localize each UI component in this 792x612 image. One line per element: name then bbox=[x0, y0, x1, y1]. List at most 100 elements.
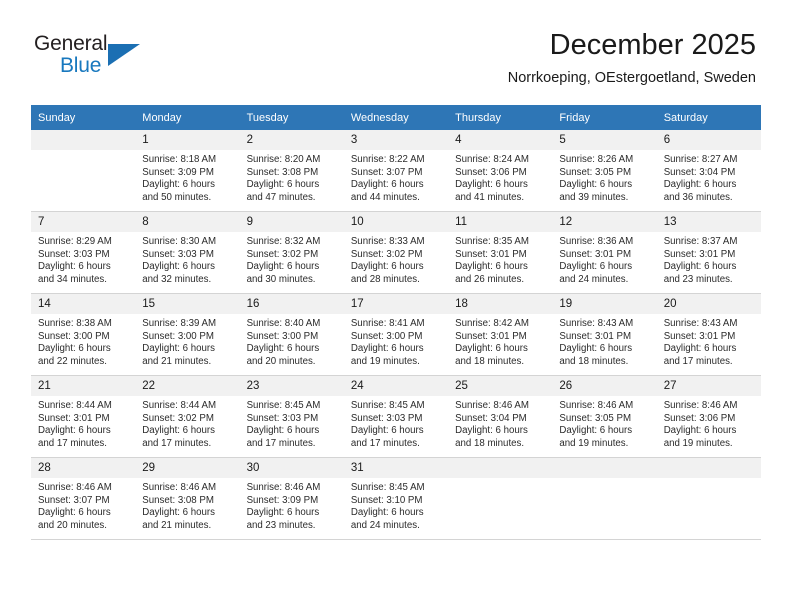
calendar-day-cell[interactable]: 4 Sunrise: 8:24 AM Sunset: 3:06 PM Daylight… bbox=[448, 130, 553, 212]
day-sunrise-text: Sunrise: 8:26 AM bbox=[559, 154, 634, 165]
calendar-day-cell[interactable]: 18 Sunrise: 8:42 AM Sunset: 3:01 PM Dayligh… bbox=[448, 293, 553, 376]
day-daylight-1-text: Daylight: 6 hours bbox=[350, 179, 424, 191]
calendar-day-cell[interactable]: 23 Sunrise: 8:45 AM Sunset: 3:03 PM Dayligh… bbox=[239, 375, 344, 458]
day-number: 21 bbox=[31, 376, 136, 396]
day-daylight-2-text: and 17 minutes. bbox=[246, 437, 316, 449]
calendar-day-cell[interactable]: 29 Sunrise: 8:46 AM Sunset: 3:08 PM Dayligh… bbox=[135, 457, 240, 540]
day-number: 19 bbox=[552, 294, 657, 314]
calendar-day-cell[interactable]: 8 Sunrise: 8:30 AM Sunset: 3:03 PM Daylight… bbox=[135, 211, 240, 294]
weekday-header-saturday: Saturday bbox=[656, 105, 761, 130]
day-sunset-text: Sunset: 3:01 PM bbox=[455, 330, 527, 342]
calendar-day-cell[interactable]: 3 Sunrise: 8:22 AM Sunset: 3:07 PM Daylight… bbox=[343, 130, 449, 212]
calendar-day-cell-empty bbox=[31, 130, 136, 212]
calendar-day-cell[interactable]: 9 Sunrise: 8:32 AM Sunset: 3:02 PM Daylight… bbox=[239, 211, 344, 294]
day-details: Sunrise: 8:27 AM Sunset: 3:04 PM Daylight:… bbox=[657, 150, 761, 204]
calendar-day-cell[interactable]: 26 Sunrise: 8:46 AM Sunset: 3:05 PM Dayligh… bbox=[552, 375, 657, 458]
calendar-body: 1 Sunrise: 8:18 AM Sunset: 3:09 PM Daylight… bbox=[31, 130, 761, 540]
day-sunset-text: Sunset: 3:00 PM bbox=[246, 330, 319, 342]
calendar-day-cell[interactable]: 11 Sunrise: 8:35 AM Sunset: 3:01 PM Dayligh… bbox=[448, 211, 553, 294]
general-blue-logo[interactable]: General Blue bbox=[34, 32, 184, 84]
day-details: Sunrise: 8:42 AM Sunset: 3:01 PM Daylight:… bbox=[448, 314, 552, 368]
calendar-day-cell[interactable]: 22 Sunrise: 8:44 AM Sunset: 3:02 PM Dayligh… bbox=[135, 375, 240, 458]
day-daylight-1-text: Daylight: 6 hours bbox=[142, 179, 215, 191]
calendar-week-row: 7 Sunrise: 8:29 AM Sunset: 3:03 PM Daylight… bbox=[31, 211, 761, 294]
day-details: Sunrise: 8:32 AM Sunset: 3:02 PM Daylight:… bbox=[240, 232, 344, 286]
calendar-day-cell[interactable]: 14 Sunrise: 8:38 AM Sunset: 3:00 PM Dayligh… bbox=[31, 293, 136, 376]
day-daylight-2-text: and 21 minutes. bbox=[142, 519, 212, 531]
day-details: Sunrise: 8:46 AM Sunset: 3:06 PM Daylight:… bbox=[657, 396, 761, 450]
calendar-day-cell[interactable]: 31 Sunrise: 8:45 AM Sunset: 3:10 PM Dayligh… bbox=[343, 457, 449, 540]
day-sunrise-text: Sunrise: 8:43 AM bbox=[663, 318, 738, 329]
calendar-day-cell[interactable]: 17 Sunrise: 8:41 AM Sunset: 3:00 PM Dayligh… bbox=[343, 293, 449, 376]
day-daylight-1-text: Daylight: 6 hours bbox=[663, 261, 737, 273]
day-sunrise-text: Sunrise: 8:38 AM bbox=[38, 318, 112, 329]
calendar-day-cell[interactable]: 19 Sunrise: 8:43 AM Sunset: 3:01 PM Dayligh… bbox=[552, 293, 657, 376]
day-daylight-1-text: Daylight: 6 hours bbox=[350, 507, 424, 519]
day-sunrise-text: Sunrise: 8:45 AM bbox=[350, 400, 425, 411]
day-details: Sunrise: 8:44 AM Sunset: 3:02 PM Daylight:… bbox=[135, 396, 239, 450]
day-daylight-2-text: and 30 minutes. bbox=[246, 273, 316, 285]
calendar-day-cell[interactable]: 7 Sunrise: 8:29 AM Sunset: 3:03 PM Daylight… bbox=[31, 211, 136, 294]
day-sunrise-text: Sunrise: 8:39 AM bbox=[142, 318, 217, 329]
calendar-day-cell[interactable]: 10 Sunrise: 8:33 AM Sunset: 3:02 PM Dayligh… bbox=[343, 211, 449, 294]
title-block: December 2025 Norrkoeping, OEstergoetlan… bbox=[508, 28, 756, 88]
day-daylight-1-text: Daylight: 6 hours bbox=[246, 261, 320, 273]
day-number: 24 bbox=[343, 376, 449, 396]
day-number bbox=[552, 458, 657, 478]
day-number: 22 bbox=[135, 376, 240, 396]
day-sunset-text: Sunset: 3:10 PM bbox=[350, 494, 423, 506]
day-sunset-text: Sunset: 3:08 PM bbox=[246, 166, 319, 178]
day-details: Sunrise: 8:33 AM Sunset: 3:02 PM Daylight:… bbox=[344, 232, 448, 286]
day-sunrise-text: Sunrise: 8:33 AM bbox=[350, 236, 425, 247]
calendar-day-cell[interactable]: 13 Sunrise: 8:37 AM Sunset: 3:01 PM Dayligh… bbox=[656, 211, 761, 294]
calendar-day-cell[interactable]: 6 Sunrise: 8:27 AM Sunset: 3:04 PM Daylight… bbox=[656, 130, 761, 212]
day-daylight-2-text: and 21 minutes. bbox=[142, 355, 212, 367]
calendar-day-cell[interactable]: 1 Sunrise: 8:18 AM Sunset: 3:09 PM Daylight… bbox=[135, 130, 240, 212]
calendar-day-cell[interactable]: 12 Sunrise: 8:36 AM Sunset: 3:01 PM Dayligh… bbox=[552, 211, 657, 294]
calendar-day-cell[interactable]: 2 Sunrise: 8:20 AM Sunset: 3:08 PM Daylight… bbox=[239, 130, 344, 212]
day-details: Sunrise: 8:40 AM Sunset: 3:00 PM Daylight:… bbox=[240, 314, 344, 368]
day-number: 11 bbox=[448, 212, 553, 232]
calendar-day-cell[interactable]: 30 Sunrise: 8:46 AM Sunset: 3:09 PM Dayligh… bbox=[239, 457, 344, 540]
day-sunrise-text: Sunrise: 8:45 AM bbox=[246, 400, 321, 411]
day-sunrise-text: Sunrise: 8:20 AM bbox=[246, 154, 321, 165]
day-sunset-text: Sunset: 3:08 PM bbox=[142, 494, 214, 506]
calendar-day-cell[interactable]: 28 Sunrise: 8:46 AM Sunset: 3:07 PM Dayligh… bbox=[31, 457, 136, 540]
day-daylight-1-text: Daylight: 6 hours bbox=[246, 179, 320, 191]
calendar-day-cell[interactable]: 25 Sunrise: 8:46 AM Sunset: 3:04 PM Dayligh… bbox=[448, 375, 553, 458]
calendar-day-cell[interactable]: 24 Sunrise: 8:45 AM Sunset: 3:03 PM Dayligh… bbox=[343, 375, 449, 458]
day-number: 16 bbox=[239, 294, 344, 314]
day-sunrise-text: Sunrise: 8:32 AM bbox=[246, 236, 321, 247]
day-sunset-text: Sunset: 3:01 PM bbox=[663, 330, 736, 342]
calendar-day-cell[interactable]: 27 Sunrise: 8:46 AM Sunset: 3:06 PM Dayligh… bbox=[656, 375, 761, 458]
day-daylight-1-text: Daylight: 6 hours bbox=[350, 425, 424, 437]
day-daylight-2-text: and 18 minutes. bbox=[559, 355, 629, 367]
day-daylight-1-text: Daylight: 6 hours bbox=[142, 425, 215, 437]
day-sunrise-text: Sunrise: 8:46 AM bbox=[246, 482, 321, 493]
calendar-day-cell[interactable]: 20 Sunrise: 8:43 AM Sunset: 3:01 PM Dayligh… bbox=[656, 293, 761, 376]
day-daylight-1-text: Daylight: 6 hours bbox=[142, 343, 215, 355]
day-sunrise-text: Sunrise: 8:27 AM bbox=[663, 154, 738, 165]
day-daylight-1-text: Daylight: 6 hours bbox=[38, 343, 111, 355]
day-details: Sunrise: 8:45 AM Sunset: 3:03 PM Daylight:… bbox=[344, 396, 448, 450]
day-sunset-text: Sunset: 3:00 PM bbox=[350, 330, 423, 342]
day-sunset-text: Sunset: 3:01 PM bbox=[559, 248, 632, 260]
day-details: Sunrise: 8:45 AM Sunset: 3:10 PM Daylight:… bbox=[344, 478, 448, 532]
day-details: Sunrise: 8:38 AM Sunset: 3:00 PM Daylight:… bbox=[31, 314, 135, 368]
day-sunset-text: Sunset: 3:01 PM bbox=[38, 412, 110, 424]
day-daylight-1-text: Daylight: 6 hours bbox=[455, 343, 528, 355]
calendar-day-cell[interactable]: 16 Sunrise: 8:40 AM Sunset: 3:00 PM Dayligh… bbox=[239, 293, 344, 376]
weekday-header-wednesday: Wednesday bbox=[343, 105, 449, 130]
day-details: Sunrise: 8:46 AM Sunset: 3:07 PM Daylight:… bbox=[31, 478, 135, 532]
day-sunset-text: Sunset: 3:04 PM bbox=[455, 412, 527, 424]
day-daylight-2-text: and 17 minutes. bbox=[350, 437, 420, 449]
calendar-day-cell[interactable]: 21 Sunrise: 8:44 AM Sunset: 3:01 PM Dayligh… bbox=[31, 375, 136, 458]
calendar-day-cell[interactable]: 15 Sunrise: 8:39 AM Sunset: 3:00 PM Dayligh… bbox=[135, 293, 240, 376]
day-daylight-2-text: and 18 minutes. bbox=[455, 437, 525, 449]
day-number: 17 bbox=[343, 294, 449, 314]
day-details: Sunrise: 8:43 AM Sunset: 3:01 PM Daylight:… bbox=[552, 314, 656, 368]
day-number: 31 bbox=[343, 458, 449, 478]
day-sunrise-text: Sunrise: 8:35 AM bbox=[455, 236, 529, 247]
day-number: 27 bbox=[656, 376, 761, 396]
calendar-day-cell[interactable]: 5 Sunrise: 8:26 AM Sunset: 3:05 PM Daylight… bbox=[552, 130, 657, 212]
